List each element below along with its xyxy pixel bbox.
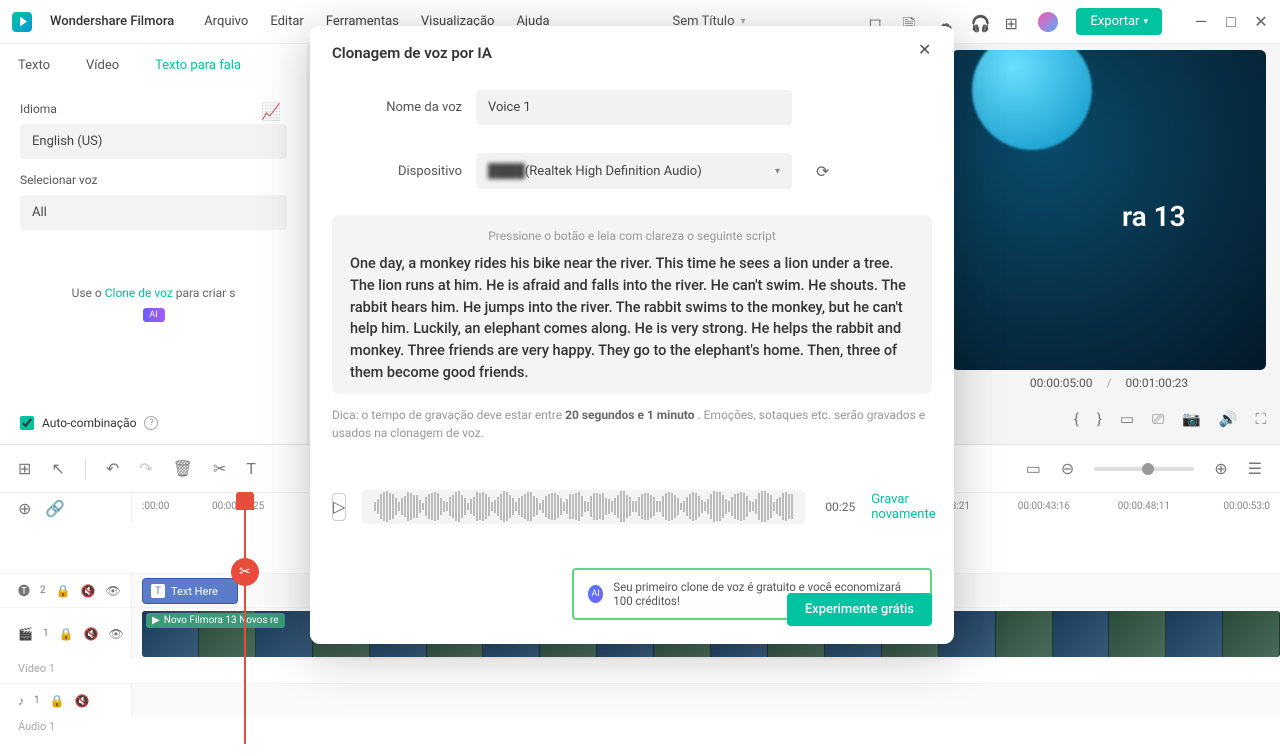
recording-tip: Dica: o tempo de gravação deve estar ent… bbox=[332, 406, 932, 442]
record-again-link[interactable]: Gravar novamente bbox=[871, 492, 935, 522]
chevron-down-icon: ▾ bbox=[775, 166, 780, 177]
play-button[interactable]: ▷ bbox=[332, 493, 346, 521]
modal-overlay: Clonagem de voz por IA ✕ Nome da voz Dis… bbox=[0, 0, 1280, 754]
recording-row: ▷ 00:25 Gravar novamente bbox=[332, 490, 932, 524]
refresh-icon[interactable]: ⟳ bbox=[816, 162, 829, 181]
device-select[interactable]: ████(Realtek High Definition Audio) ▾ bbox=[476, 153, 792, 189]
recording-time: 00:25 bbox=[825, 500, 855, 514]
playhead[interactable]: ✂ bbox=[244, 492, 246, 744]
script-text: One day, a monkey rides his bike near th… bbox=[350, 253, 914, 384]
voice-clone-modal: Clonagem de voz por IA ✕ Nome da voz Dis… bbox=[310, 26, 954, 644]
script-box: Pressione o botão e leia com clareza o s… bbox=[332, 215, 932, 394]
close-icon[interactable]: ✕ bbox=[918, 40, 936, 58]
modal-title: Clonagem de voz por IA bbox=[332, 44, 932, 62]
voice-name-input[interactable] bbox=[476, 90, 792, 125]
voice-name-label: Nome da voz bbox=[332, 100, 462, 115]
recorded-waveform[interactable] bbox=[362, 490, 805, 524]
playhead-cut-icon[interactable]: ✂ bbox=[231, 558, 259, 586]
playhead-knob[interactable] bbox=[236, 492, 254, 510]
ai-icon: AI bbox=[588, 585, 603, 603]
device-label: Dispositivo bbox=[332, 164, 462, 179]
try-free-button[interactable]: Experimente grátis bbox=[787, 593, 932, 626]
script-hint: Pressione o botão e leia com clareza o s… bbox=[350, 229, 914, 243]
